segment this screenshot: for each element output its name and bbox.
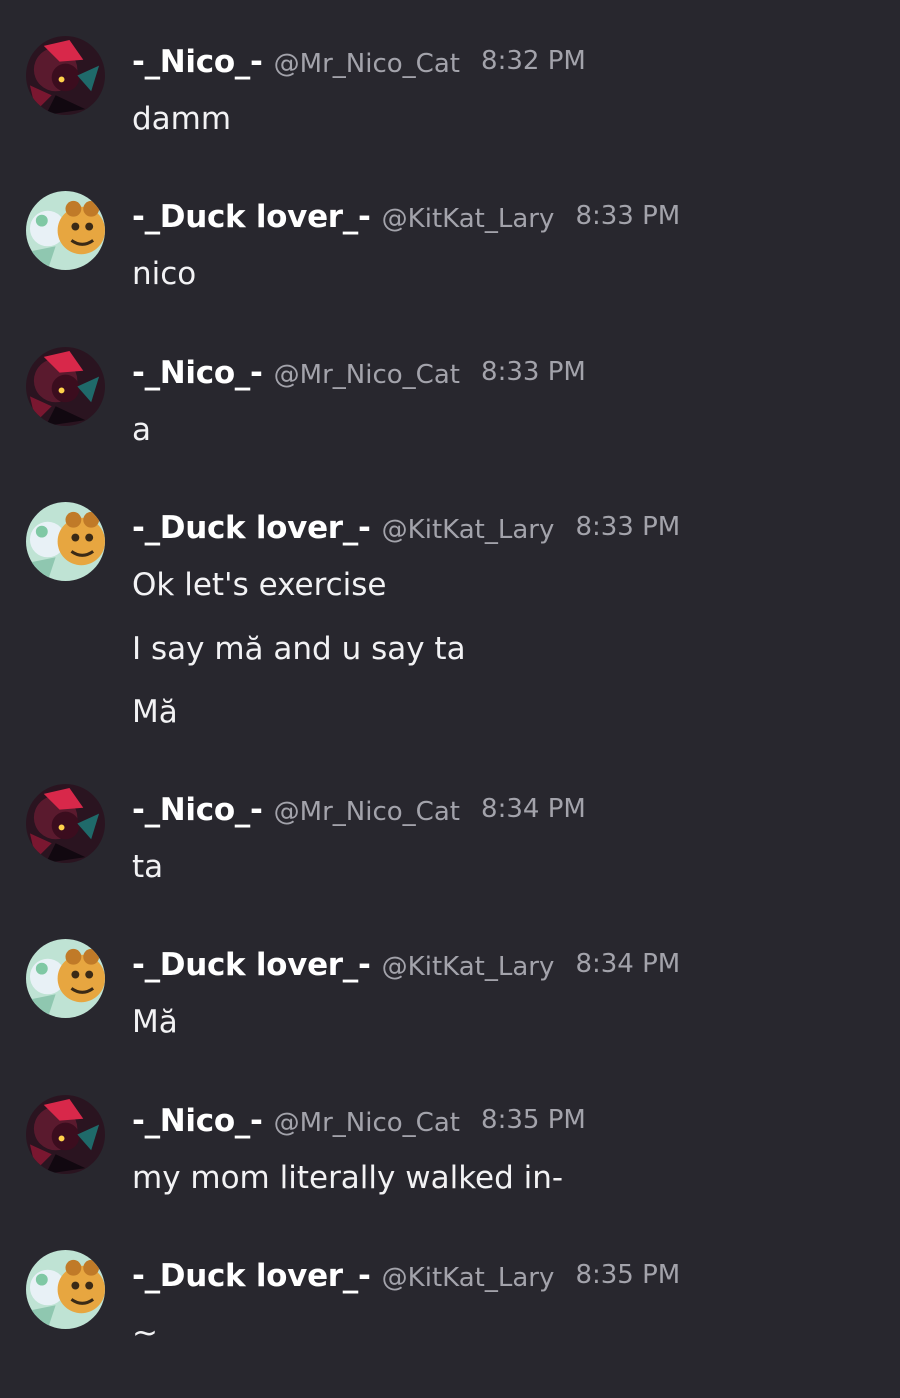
- duck-lover-avatar-icon[interactable]: [26, 939, 105, 1018]
- author-handle: @KitKat_Lary: [381, 515, 555, 545]
- message-header: -_Nico_- @Mr_Nico_Cat 8:34 PM: [132, 788, 586, 832]
- message-header: -_Duck lover_- @KitKat_Lary 8:35 PM: [132, 1254, 680, 1298]
- message-text: Mă: [132, 694, 178, 730]
- message-text: my mom literally walked in-: [132, 1160, 564, 1196]
- message-text: ~: [132, 1315, 158, 1351]
- message-header: -_Nico_- @Mr_Nico_Cat 8:33 PM: [132, 351, 586, 395]
- author-name[interactable]: -_Duck lover_-: [132, 947, 371, 983]
- duck-lover-avatar-icon[interactable]: [26, 191, 105, 270]
- author-handle: @Mr_Nico_Cat: [273, 797, 460, 827]
- message-timestamp: 8:34 PM: [575, 949, 681, 979]
- message-timestamp: 8:34 PM: [481, 794, 586, 824]
- message-header: -_Nico_- @Mr_Nico_Cat 8:32 PM: [132, 40, 586, 84]
- message-text: Mă: [132, 1004, 178, 1040]
- author-handle: @KitKat_Lary: [381, 1263, 555, 1293]
- author-name[interactable]: -_Nico_-: [132, 355, 263, 391]
- message-header: -_Duck lover_- @KitKat_Lary 8:34 PM: [132, 943, 680, 987]
- message-timestamp: 8:32 PM: [481, 46, 586, 76]
- message-timestamp: 8:33 PM: [575, 512, 681, 542]
- message-header: -_Duck lover_- @KitKat_Lary 8:33 PM: [132, 195, 680, 239]
- message-text: a: [132, 412, 151, 448]
- message-header: -_Nico_- @Mr_Nico_Cat 8:35 PM: [132, 1099, 586, 1143]
- author-handle: @Mr_Nico_Cat: [273, 360, 460, 390]
- message-timestamp: 8:35 PM: [481, 1105, 586, 1135]
- message-header: -_Duck lover_- @KitKat_Lary 8:33 PM: [132, 506, 680, 550]
- author-name[interactable]: -_Nico_-: [132, 792, 263, 828]
- author-handle: @KitKat_Lary: [381, 204, 555, 234]
- duck-lover-avatar-icon[interactable]: [26, 1250, 105, 1329]
- message-text: damm: [132, 101, 232, 137]
- author-name[interactable]: -_Duck lover_-: [132, 510, 371, 546]
- chat-message-list: -_Nico_- @Mr_Nico_Cat 8:32 PM damm -_Duc…: [0, 0, 900, 1398]
- nico-avatar-icon[interactable]: [26, 784, 105, 863]
- message-timestamp: 8:33 PM: [481, 357, 586, 387]
- nico-avatar-icon[interactable]: [26, 347, 105, 426]
- duck-lover-avatar-icon[interactable]: [26, 502, 105, 581]
- message-text: nico: [132, 256, 197, 292]
- author-handle: @KitKat_Lary: [381, 952, 555, 982]
- nico-avatar-icon[interactable]: [26, 1095, 105, 1174]
- nico-avatar-icon[interactable]: [26, 36, 105, 115]
- message-text: Ok let's exercise: [132, 567, 387, 603]
- author-name[interactable]: -_Duck lover_-: [132, 199, 371, 235]
- message-timestamp: 8:35 PM: [575, 1260, 681, 1290]
- author-name[interactable]: -_Nico_-: [132, 1103, 263, 1139]
- message-timestamp: 8:33 PM: [575, 201, 681, 231]
- message-text: ta: [132, 849, 164, 885]
- author-name[interactable]: -_Duck lover_-: [132, 1258, 371, 1294]
- author-name[interactable]: -_Nico_-: [132, 44, 263, 80]
- message-text: I say mă and u say ta: [132, 631, 466, 667]
- author-handle: @Mr_Nico_Cat: [273, 49, 460, 79]
- author-handle: @Mr_Nico_Cat: [273, 1108, 460, 1138]
